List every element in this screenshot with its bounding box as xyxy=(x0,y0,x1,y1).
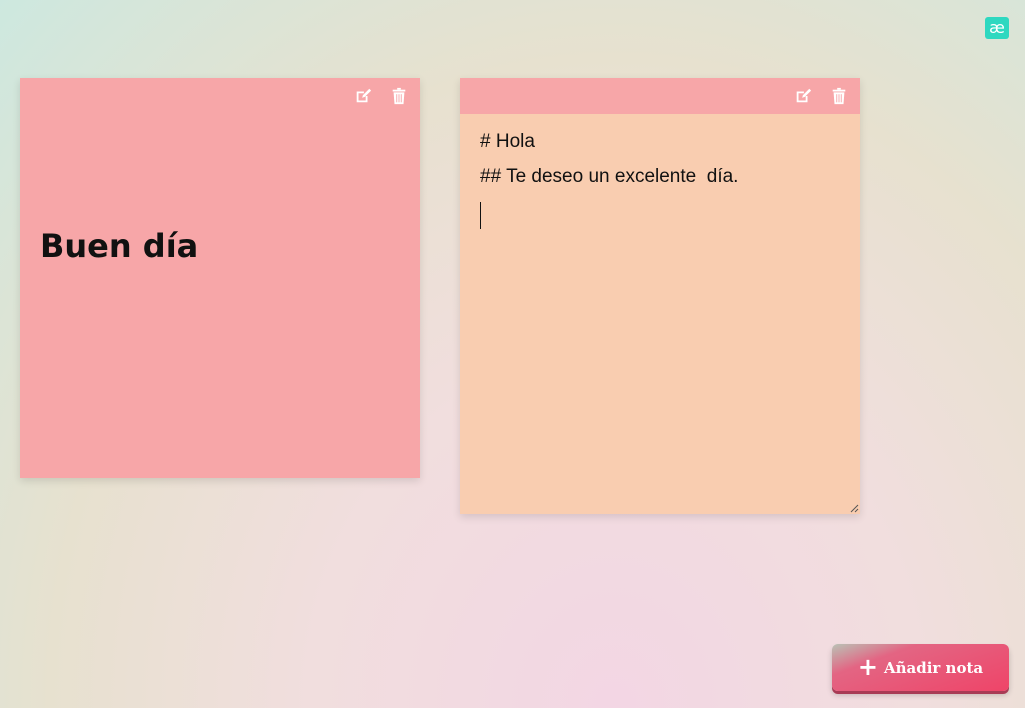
add-note-label: Añadir nota xyxy=(883,658,984,677)
plus-icon: + xyxy=(857,652,878,681)
note-card-editing: # Hola ## Te deseo un excelente día. xyxy=(460,78,860,514)
editor-line: # Hola xyxy=(480,131,535,152)
note-toolbar xyxy=(354,87,408,105)
add-note-button[interactable]: + Añadir nota xyxy=(832,644,1009,691)
editor-line: ## Te deseo un excelente día. xyxy=(480,166,739,187)
edit-icon[interactable] xyxy=(354,87,372,105)
note-card-rendered: Buen día xyxy=(20,78,420,478)
resize-grip-icon[interactable] xyxy=(850,504,859,513)
note-header xyxy=(460,78,860,114)
note-textarea[interactable]: # Hola ## Te deseo un excelente día. xyxy=(460,114,860,514)
note-header xyxy=(20,78,420,114)
app-logo: æ xyxy=(985,17,1009,39)
note-toolbar xyxy=(794,87,848,105)
trash-icon[interactable] xyxy=(830,87,848,105)
trash-icon[interactable] xyxy=(390,87,408,105)
note-title: Buen día xyxy=(40,227,199,265)
edit-icon[interactable] xyxy=(794,87,812,105)
text-caret xyxy=(480,202,481,229)
